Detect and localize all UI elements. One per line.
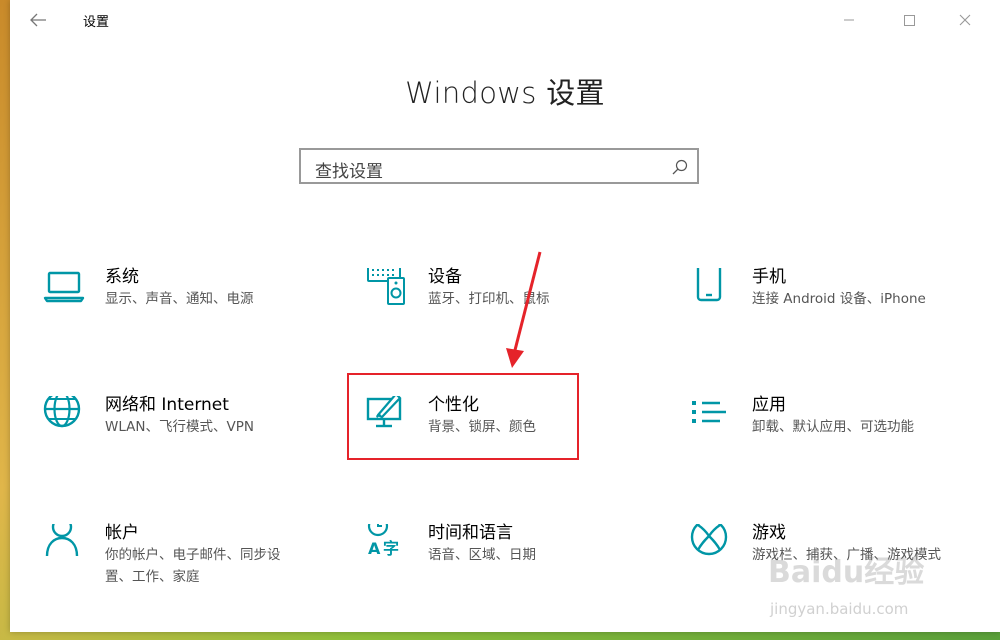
tile-title: 帐户 (105, 523, 139, 543)
tile-accounts[interactable]: 帐户 你的帐户、电子邮件、同步设 置、工作、家庭 (43, 523, 343, 614)
laptop-icon (43, 271, 85, 303)
search-placeholder: 查找设置 (315, 162, 383, 182)
devices-icon (367, 268, 405, 305)
tile-description: 你的帐户、电子邮件、同步设 置、工作、家庭 (105, 544, 281, 588)
phone-icon (696, 268, 722, 302)
tile-apps[interactable]: 应用 卸载、默认应用、可选功能 (690, 395, 990, 486)
annotation-arrow-icon (506, 251, 542, 368)
tile-title: 游戏 (752, 523, 786, 543)
svg-text:字: 字 (383, 539, 399, 558)
svg-text:A: A (368, 539, 381, 558)
tile-network[interactable]: 网络和 Internet WLAN、飞行模式、VPN (43, 395, 343, 486)
tile-description: 连接 Android 设备、iPhone (752, 291, 926, 307)
search-icon (672, 159, 688, 175)
tile-description-line: 置、工作、家庭 (105, 569, 200, 585)
tile-title: 系统 (105, 267, 139, 287)
tile-title: 时间和语言 (428, 523, 513, 543)
time-language-icon: A 字 (367, 524, 399, 558)
tile-description: WLAN、飞行模式、VPN (105, 419, 254, 435)
title-bar: 设置 (10, 0, 1000, 40)
tile-description: 显示、声音、通知、电源 (105, 291, 254, 307)
tile-title: 设备 (428, 267, 462, 287)
highlight-box (347, 373, 579, 460)
tile-time-language[interactable]: A 字 时间和语言 语音、区域、日期 (366, 523, 666, 614)
tile-description: 语音、区域、日期 (428, 547, 536, 563)
search-input[interactable]: 查找设置 (299, 148, 699, 184)
window-title: 设置 (83, 15, 110, 30)
minimize-button[interactable] (836, 8, 862, 32)
settings-window: 设置 Windows 设置 查找设置 系统 显示、声音、通知、电源 设备 蓝牙、… (10, 0, 1000, 632)
back-button[interactable] (26, 8, 52, 32)
close-button[interactable] (952, 8, 978, 32)
watermark-brand: Baidu经验 (768, 555, 924, 590)
tile-description-line: 你的帐户、电子邮件、同步设 (105, 547, 281, 563)
tile-phone[interactable]: 手机 连接 Android 设备、iPhone (690, 267, 990, 358)
xbox-icon (690, 524, 728, 556)
maximize-icon (904, 15, 915, 26)
page-title: Windows 设置 (405, 76, 605, 110)
globe-icon (43, 396, 81, 428)
tile-title: 手机 (752, 267, 786, 287)
back-arrow-icon (30, 13, 46, 27)
tile-description: 卸载、默认应用、可选功能 (752, 419, 914, 435)
close-icon (959, 14, 971, 26)
watermark-url: jingyan.baidu.com (769, 600, 908, 618)
tile-title: 网络和 Internet (105, 395, 229, 415)
baidu-watermark-icon: Baidu经验 jingyan.baidu.com (768, 555, 924, 618)
maximize-button[interactable] (896, 8, 922, 32)
apps-list-icon (692, 401, 726, 423)
minimize-icon (844, 19, 854, 21)
person-icon (45, 524, 79, 557)
tile-title: 应用 (752, 395, 786, 415)
tile-system[interactable]: 系统 显示、声音、通知、电源 (43, 267, 343, 358)
